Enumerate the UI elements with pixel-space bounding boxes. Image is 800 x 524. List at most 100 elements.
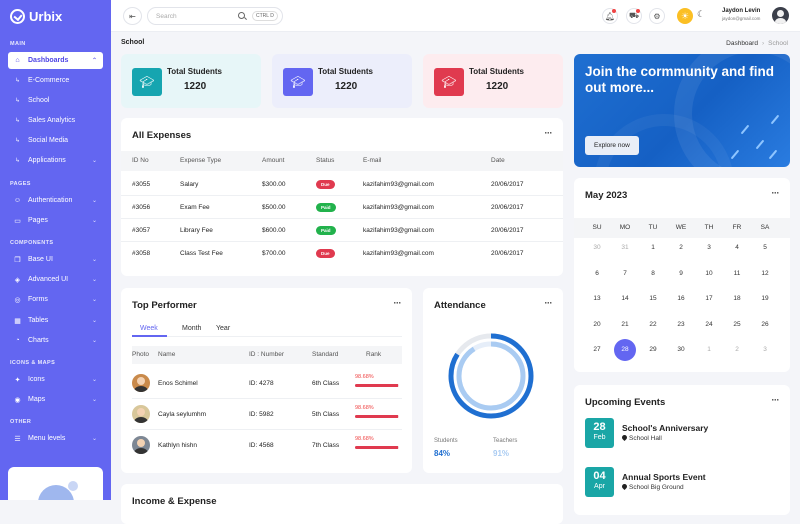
calendar-day[interactable]: 14 bbox=[613, 291, 637, 307]
search-box[interactable]: Search CTRL D bbox=[147, 7, 283, 25]
calendar-day[interactable]: 26 bbox=[753, 317, 777, 333]
table-row[interactable]: Cayla seylumhm ID: 5982 5th Class 98.68% bbox=[132, 399, 402, 430]
calendar-day[interactable]: 6 bbox=[585, 266, 609, 282]
tab-year[interactable]: Year bbox=[216, 325, 230, 332]
calendar-day[interactable]: 22 bbox=[641, 317, 665, 333]
calendar-day[interactable]: 7 bbox=[613, 266, 637, 282]
students-value: 84% bbox=[434, 449, 451, 458]
calendar-day[interactable]: 1 bbox=[697, 342, 721, 358]
column-header: Date bbox=[491, 157, 505, 164]
calendar-day[interactable]: 30 bbox=[669, 342, 693, 358]
sidebar-item-label: Dashboards bbox=[28, 57, 69, 64]
calendar-day[interactable]: 29 bbox=[641, 342, 665, 358]
breadcrumb-dashboard[interactable]: Dashboard bbox=[726, 40, 758, 47]
cell-email[interactable]: kazifahim93@gmail.com bbox=[363, 181, 434, 188]
light-mode-button[interactable]: ☀ bbox=[677, 8, 693, 24]
calendar-day[interactable]: 21 bbox=[613, 317, 637, 333]
calendar-day[interactable]: 2 bbox=[725, 342, 749, 358]
cart-dot bbox=[636, 9, 640, 13]
calendar-day[interactable]: 30 bbox=[585, 240, 609, 256]
cell-email[interactable]: kazifahim93@gmail.com bbox=[363, 204, 434, 211]
table-row[interactable]: #3057 Library Fee $600.00 Paid kazifahim… bbox=[121, 219, 563, 242]
sidebar-item-label: E-Commerce bbox=[28, 77, 70, 84]
sidebar-item-authentication[interactable]: ☺ Authentication ⌄ bbox=[8, 192, 103, 209]
table-row[interactable]: Kathlyn hishn ID: 4568 7th Class 98.68% bbox=[132, 430, 402, 461]
calendar-day[interactable]: 12 bbox=[753, 266, 777, 282]
collapse-sidebar-button[interactable]: ⇤ bbox=[123, 7, 142, 25]
search-input[interactable]: Search bbox=[156, 13, 177, 20]
more-options-button[interactable]: ··· bbox=[545, 298, 553, 308]
cell-email[interactable]: kazifahim93@gmail.com bbox=[363, 227, 434, 234]
sidebar-item-applications[interactable]: ↳ Applications ⌄ bbox=[8, 152, 103, 169]
calendar-day[interactable]: 18 bbox=[725, 291, 749, 307]
sidebar-item-ecommerce[interactable]: ↳ E-Commerce bbox=[8, 72, 103, 89]
sidebar-item-social-media[interactable]: ↳ Social Media bbox=[8, 132, 103, 149]
teachers-label: Teachers bbox=[493, 438, 518, 444]
calendar-day[interactable]: 10 bbox=[697, 266, 721, 282]
sidebar-item-charts[interactable]: ◔ Charts ⌄ bbox=[8, 332, 103, 349]
calendar-day[interactable]: 3 bbox=[753, 342, 777, 358]
calendar-day[interactable]: 3 bbox=[697, 240, 721, 256]
sidebar-item-sales-analytics[interactable]: ↳ Sales Analytics bbox=[8, 112, 103, 129]
sidebar-item-menu-levels[interactable]: ☰ Menu levels ⌄ bbox=[8, 430, 103, 447]
sidebar-item-school[interactable]: ↳ School bbox=[8, 92, 103, 109]
calendar-day[interactable]: 25 bbox=[725, 317, 749, 333]
notification-dot bbox=[612, 9, 616, 13]
more-options-button[interactable]: ··· bbox=[772, 188, 780, 198]
sidebar-item-maps[interactable]: ◉ Maps ⌄ bbox=[8, 391, 103, 408]
table-row[interactable]: #3058 Class Test Fee $700.00 Due kazifah… bbox=[121, 242, 563, 265]
calendar-day[interactable]: 19 bbox=[753, 291, 777, 307]
event-item[interactable]: 04 Apr Annual Sports Event School Big Gr… bbox=[585, 467, 780, 501]
more-options-button[interactable]: ··· bbox=[394, 298, 402, 308]
notifications-button[interactable]: 🔔︎ bbox=[602, 8, 618, 24]
calendar-day[interactable]: 27 bbox=[585, 342, 609, 358]
sidebar-item-icons[interactable]: ✦ Icons ⌄ bbox=[8, 371, 103, 388]
more-options-button[interactable]: ··· bbox=[772, 395, 780, 405]
calendar-day[interactable]: 31 bbox=[613, 240, 637, 256]
tab-week[interactable]: Week bbox=[140, 325, 158, 332]
explore-now-button[interactable]: Explore now bbox=[585, 136, 639, 155]
sidebar-item-advanced-ui[interactable]: ◈ Advanced UI ⌄ bbox=[8, 271, 103, 288]
calendar-day[interactable]: 2 bbox=[669, 240, 693, 256]
dark-mode-button[interactable]: ☾ bbox=[697, 9, 705, 20]
calendar-day[interactable]: 13 bbox=[585, 291, 609, 307]
calendar-day[interactable]: 17 bbox=[697, 291, 721, 307]
event-item[interactable]: 28 Feb School's Anniversary School Hall bbox=[585, 418, 780, 452]
avatar[interactable] bbox=[772, 7, 789, 24]
calendar-day[interactable]: 4 bbox=[725, 240, 749, 256]
table-row[interactable]: #3055 Salary $300.00 Due kazifahim93@gma… bbox=[121, 173, 563, 196]
search-icon bbox=[238, 12, 245, 19]
cell-email[interactable]: kazifahim93@gmail.com bbox=[363, 250, 434, 257]
calendar-day[interactable]: 23 bbox=[669, 317, 693, 333]
graduation-cap-icon: 🎓︎ bbox=[434, 68, 464, 96]
calendar-day[interactable]: 11 bbox=[725, 266, 749, 282]
graduation-cap-icon: 🎓︎ bbox=[283, 68, 313, 96]
stat-card: 🎓︎ Total Students 1220 bbox=[272, 54, 412, 108]
table-row[interactable]: Enos Schimel ID: 4278 6th Class 98.68% bbox=[132, 368, 402, 399]
sidebar-item-tables[interactable]: ▦ Tables ⌄ bbox=[8, 312, 103, 329]
calendar-day[interactable]: 1 bbox=[641, 240, 665, 256]
calendar-day[interactable]: 5 bbox=[753, 240, 777, 256]
column-header: Standard bbox=[312, 351, 339, 358]
settings-button[interactable]: ⚙ bbox=[649, 8, 665, 24]
calendar-day[interactable]: 9 bbox=[669, 266, 693, 282]
calendar-day[interactable]: 20 bbox=[585, 317, 609, 333]
brand-logo[interactable]: Urbix bbox=[10, 9, 62, 24]
top-bar: ⇤ Search CTRL D 🔔︎ ⛟ ⚙ ☀ ☾ Jaydon Levin … bbox=[111, 0, 800, 32]
cart-button[interactable]: ⛟ bbox=[626, 8, 642, 24]
tab-month[interactable]: Month bbox=[182, 325, 201, 332]
sidebar-item-pages[interactable]: ▭ Pages ⌄ bbox=[8, 212, 103, 229]
calendar-day-selected[interactable]: 28 bbox=[614, 339, 636, 361]
calendar-day[interactable]: 16 bbox=[669, 291, 693, 307]
chevron-down-icon: ⌄ bbox=[91, 277, 97, 283]
calendar-day[interactable]: 15 bbox=[641, 291, 665, 307]
sidebar-item-base-ui[interactable]: ❒ Base UI ⌄ bbox=[8, 251, 103, 268]
calendar-day[interactable]: 8 bbox=[641, 266, 665, 282]
sidebar-promo-card bbox=[8, 467, 103, 500]
calendar-day[interactable]: 24 bbox=[697, 317, 721, 333]
sidebar-item-forms[interactable]: ◎ Forms ⌄ bbox=[8, 291, 103, 308]
table-row[interactable]: #3056 Exam Fee $500.00 Paid kazifahim93@… bbox=[121, 196, 563, 219]
event-location-text: School Hall bbox=[629, 435, 662, 442]
sidebar-item-dashboards[interactable]: ⌂ Dashboards ⌃ bbox=[8, 52, 103, 69]
more-options-button[interactable]: ··· bbox=[545, 128, 553, 138]
